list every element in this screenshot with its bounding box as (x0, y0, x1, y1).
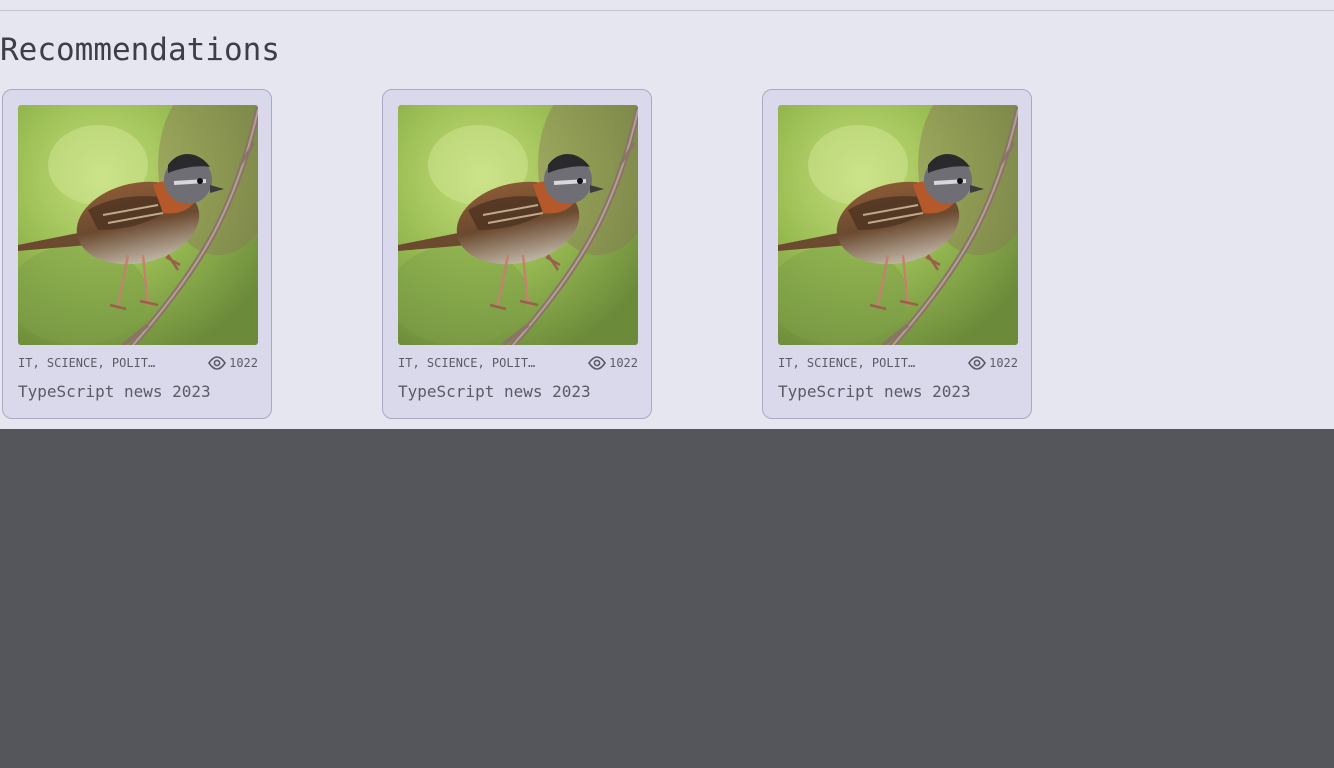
divider (0, 10, 1334, 11)
views-counter: 1022 (967, 354, 1018, 372)
card-tags: IT, SCIENCE, POLITICS (398, 356, 538, 370)
bird-photo-icon (778, 105, 1018, 345)
views-count: 1022 (609, 356, 638, 370)
eye-icon (968, 356, 986, 370)
recommendations-section: Recommendations IT, SCIENCE, POLITICS 10… (0, 0, 1334, 429)
bird-photo-icon (398, 105, 638, 345)
views-counter: 1022 (207, 354, 258, 372)
views-count: 1022 (229, 356, 258, 370)
card-tags: IT, SCIENCE, POLITICS (18, 356, 158, 370)
card-meta: IT, SCIENCE, POLITICS 1022 (778, 354, 1018, 372)
article-card[interactable]: IT, SCIENCE, POLITICS 1022 TypeScript ne… (382, 89, 652, 419)
card-title: TypeScript news 2023 (18, 382, 211, 401)
footer-area (0, 429, 1334, 768)
card-title: TypeScript news 2023 (398, 382, 591, 401)
article-card[interactable]: IT, SCIENCE, POLITICS 1022 TypeScript ne… (2, 89, 272, 419)
card-meta: IT, SCIENCE, POLITICS 1022 (18, 354, 258, 372)
article-card[interactable]: IT, SCIENCE, POLITICS 1022 TypeScript ne… (762, 89, 1032, 419)
views-count: 1022 (989, 356, 1018, 370)
views-counter: 1022 (587, 354, 638, 372)
eye-icon (208, 356, 226, 370)
eye-icon (588, 356, 606, 370)
card-meta: IT, SCIENCE, POLITICS 1022 (398, 354, 638, 372)
card-tags: IT, SCIENCE, POLITICS (778, 356, 918, 370)
bird-photo-icon (18, 105, 258, 345)
section-title: Recommendations (0, 32, 280, 68)
card-title: TypeScript news 2023 (778, 382, 971, 401)
